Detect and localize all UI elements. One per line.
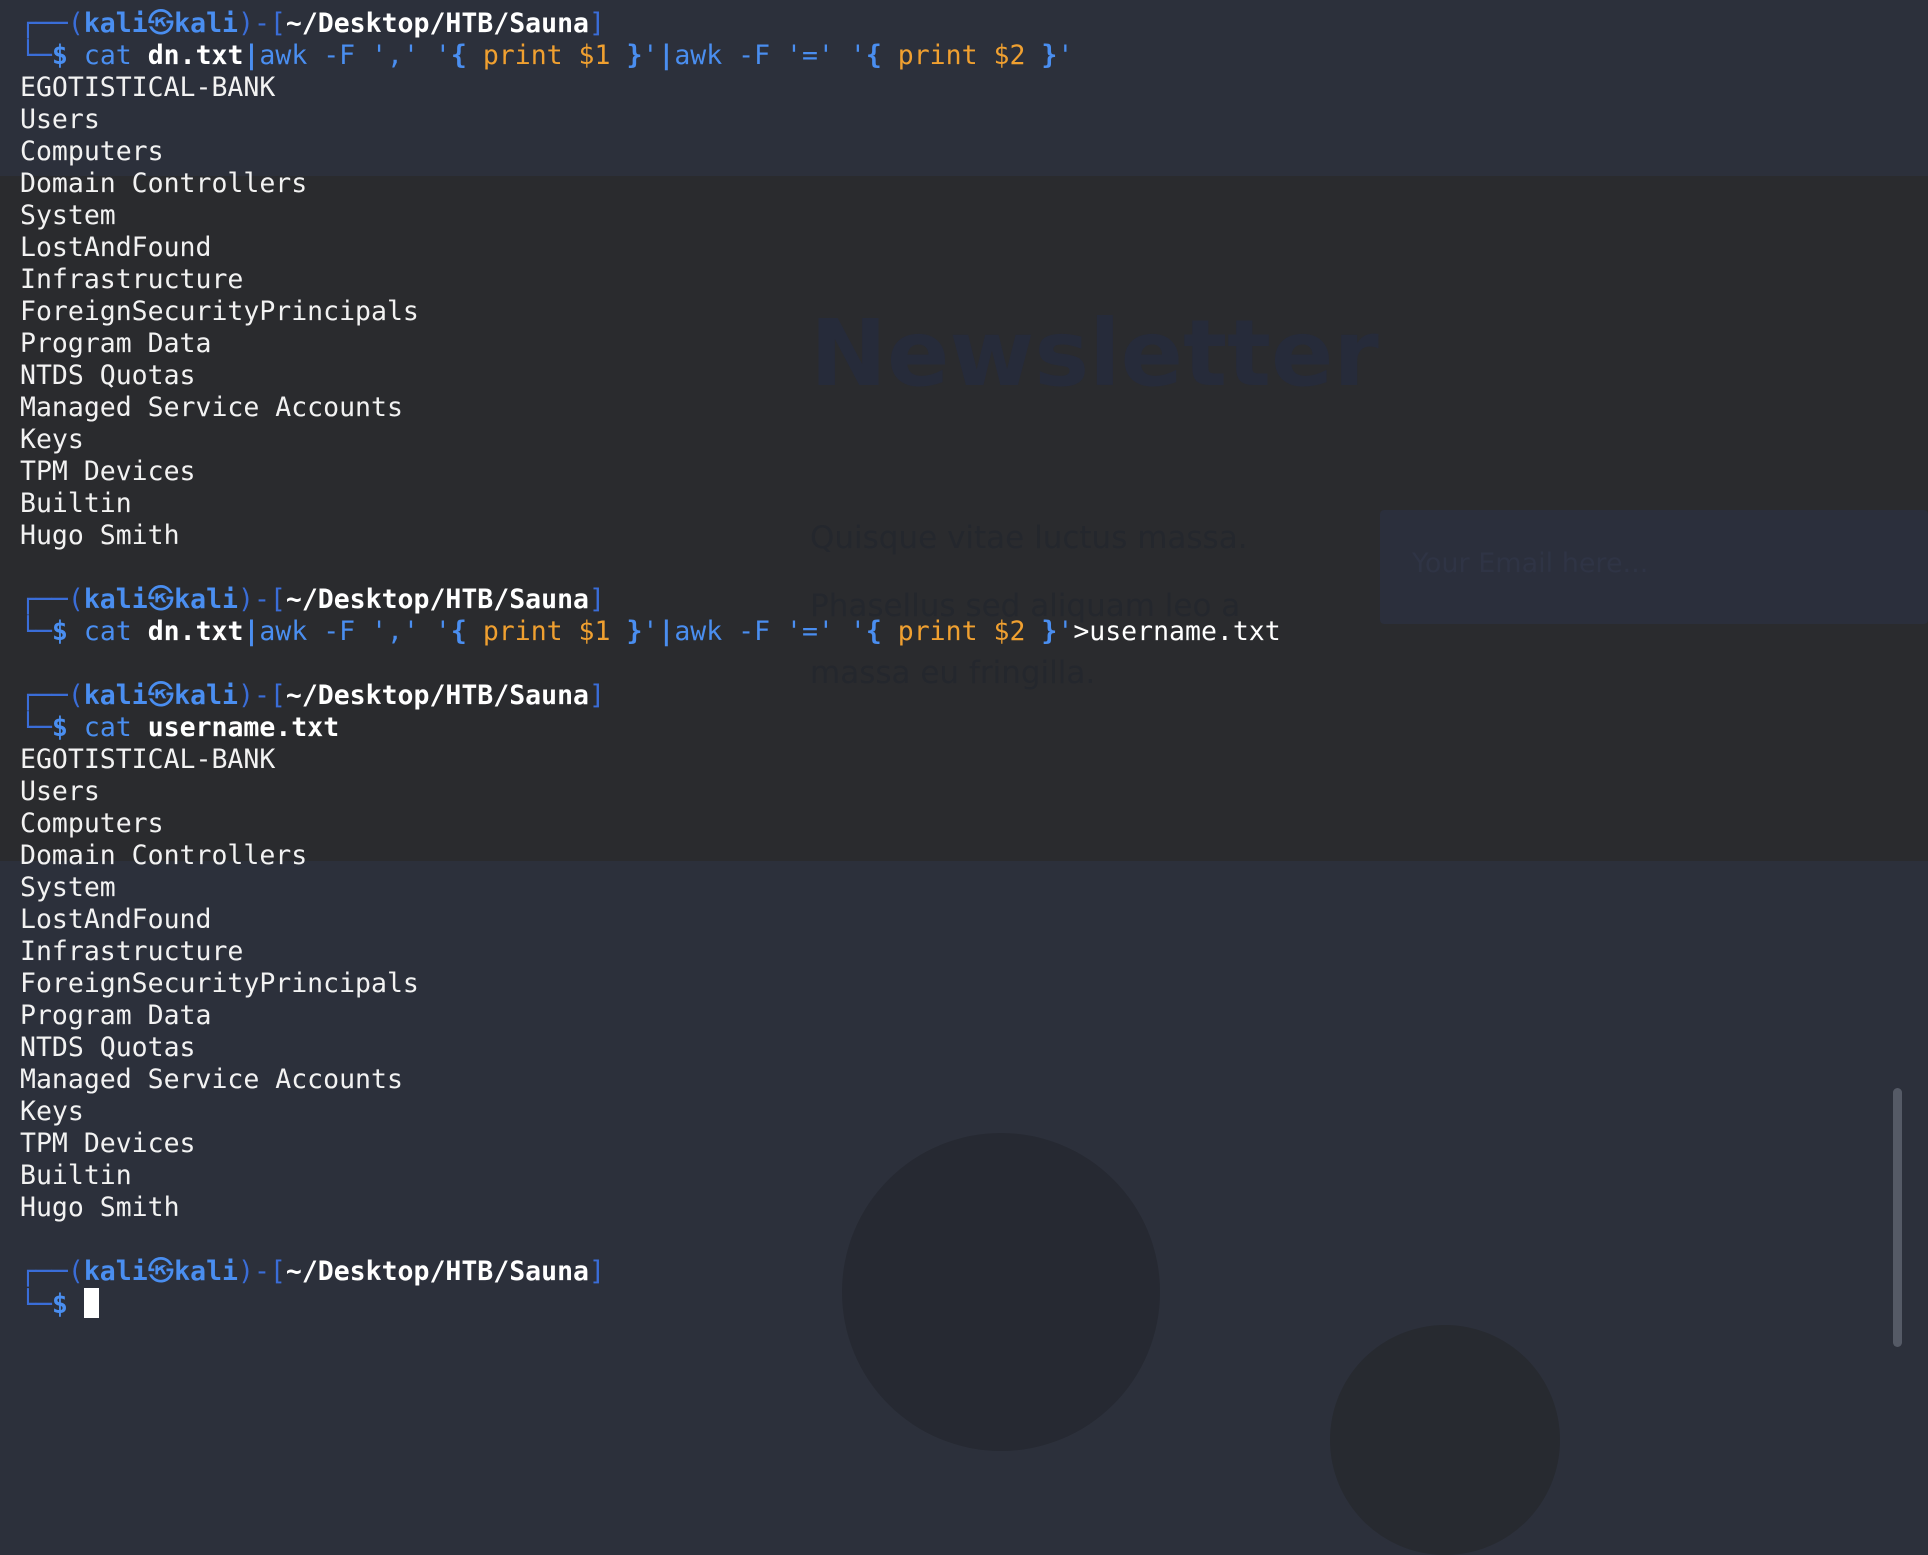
output-line: Users (20, 776, 100, 807)
terminal-cursor[interactable] (83, 1288, 99, 1318)
kali-skull-icon: ㉿ (147, 8, 175, 39)
kali-skull-icon: ㉿ (147, 584, 175, 615)
output-line: LostAndFound (20, 232, 212, 263)
output-block: EGOTISTICAL-BANK Users Computers Domain … (20, 72, 1281, 552)
output-line: System (20, 872, 116, 903)
terminal-output[interactable]: ┌──(kali㉿kali)-[~/Desktop/HTB/Sauna] └─$… (20, 8, 1281, 1320)
prompt-line: ┌──(kali㉿kali)-[~/Desktop/HTB/Sauna] (20, 8, 605, 39)
output-line: Builtin (20, 1160, 132, 1191)
output-line: Users (20, 104, 100, 135)
background-avatar-image (1330, 1325, 1560, 1555)
command-line: └─$ cat dn.txt|awk -F ',' '{ print $1 }'… (20, 616, 1281, 647)
output-line: Infrastructure (20, 936, 244, 967)
output-line: Hugo Smith (20, 1192, 180, 1223)
prompt-line: ┌──(kali㉿kali)-[~/Desktop/HTB/Sauna] (20, 680, 605, 711)
output-line: Domain Controllers (20, 168, 308, 199)
output-line: Computers (20, 136, 164, 167)
output-line: Managed Service Accounts (20, 392, 403, 423)
output-line: Managed Service Accounts (20, 1064, 403, 1095)
output-line: Builtin (20, 488, 132, 519)
command-line: └─$ cat username.txt (20, 712, 340, 743)
output-line: EGOTISTICAL-BANK (20, 744, 276, 775)
output-line: Program Data (20, 328, 212, 359)
kali-skull-icon: ㉿ (147, 680, 175, 711)
output-line: ForeignSecurityPrincipals (20, 296, 419, 327)
output-line: NTDS Quotas (20, 360, 196, 391)
output-line: Infrastructure (20, 264, 244, 295)
output-line: Hugo Smith (20, 520, 180, 551)
output-line: NTDS Quotas (20, 1032, 196, 1063)
output-line: LostAndFound (20, 904, 212, 935)
output-line: EGOTISTICAL-BANK (20, 72, 276, 103)
background-email-field: Your Email here... (1380, 510, 1928, 624)
output-block: EGOTISTICAL-BANK Users Computers Domain … (20, 744, 1281, 1224)
output-line: TPM Devices (20, 456, 196, 487)
prompt-line: ┌──(kali㉿kali)-[~/Desktop/HTB/Sauna] (20, 584, 605, 615)
kali-skull-icon: ㉿ (147, 1256, 175, 1287)
output-line: Keys (20, 424, 84, 455)
output-line: Keys (20, 1096, 84, 1127)
output-line: ForeignSecurityPrincipals (20, 968, 419, 999)
prompt-line: ┌──(kali㉿kali)-[~/Desktop/HTB/Sauna] (20, 1256, 605, 1287)
output-line: Domain Controllers (20, 840, 308, 871)
command-line: └─$ cat dn.txt|awk -F ',' '{ print $1 }'… (20, 40, 1074, 71)
active-command-line[interactable]: └─$ (20, 1288, 1281, 1320)
output-line: System (20, 200, 116, 231)
output-line: Program Data (20, 1000, 212, 1031)
output-line: TPM Devices (20, 1128, 196, 1159)
terminal-scrollbar-thumb[interactable] (1893, 1088, 1902, 1347)
output-line: Computers (20, 808, 164, 839)
